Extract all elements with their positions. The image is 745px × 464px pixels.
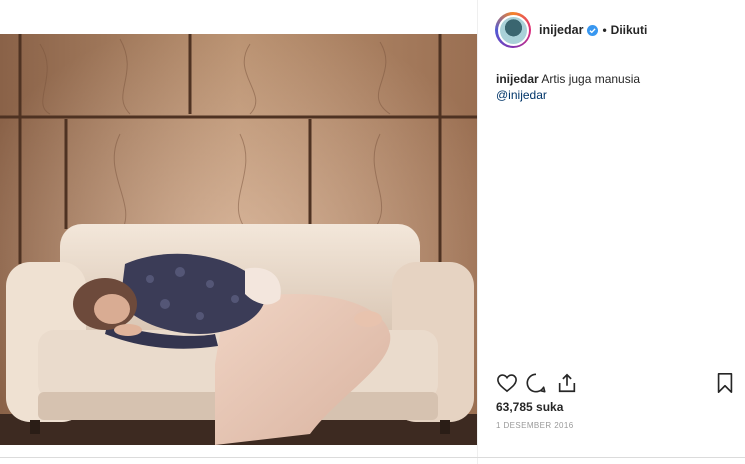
follow-status-button[interactable]: Diikuti <box>611 23 648 37</box>
avatar-image <box>497 14 529 46</box>
heart-icon[interactable] <box>495 371 519 395</box>
divider <box>0 457 745 464</box>
post-header: inijedar • Diikuti <box>478 10 745 50</box>
caption-username[interactable]: inijedar <box>496 72 539 86</box>
caption-text: Artis juga manusia <box>541 72 641 86</box>
post-date: 1 DESEMBER 2016 <box>496 421 574 430</box>
instagram-post: inijedar • Diikuti inijedar Artis juga m… <box>0 0 745 464</box>
separator-dot: • <box>602 23 607 37</box>
verified-badge-icon <box>587 24 599 36</box>
post-actions <box>495 371 735 397</box>
photo-woman-sleeping-on-sofa <box>0 34 477 445</box>
post-caption: inijedar Artis juga manusia @inijedar <box>496 71 736 103</box>
share-icon[interactable] <box>555 371 579 395</box>
bookmark-icon[interactable] <box>713 371 737 395</box>
post-side-panel: inijedar • Diikuti inijedar Artis juga m… <box>477 0 745 464</box>
author-username[interactable]: inijedar <box>539 23 583 37</box>
like-count[interactable]: 63,785 suka <box>496 400 563 414</box>
caption-mention-link[interactable]: @inijedar <box>496 87 736 103</box>
avatar[interactable] <box>495 12 531 48</box>
comment-icon[interactable] <box>524 371 548 395</box>
post-photo[interactable] <box>0 34 477 445</box>
